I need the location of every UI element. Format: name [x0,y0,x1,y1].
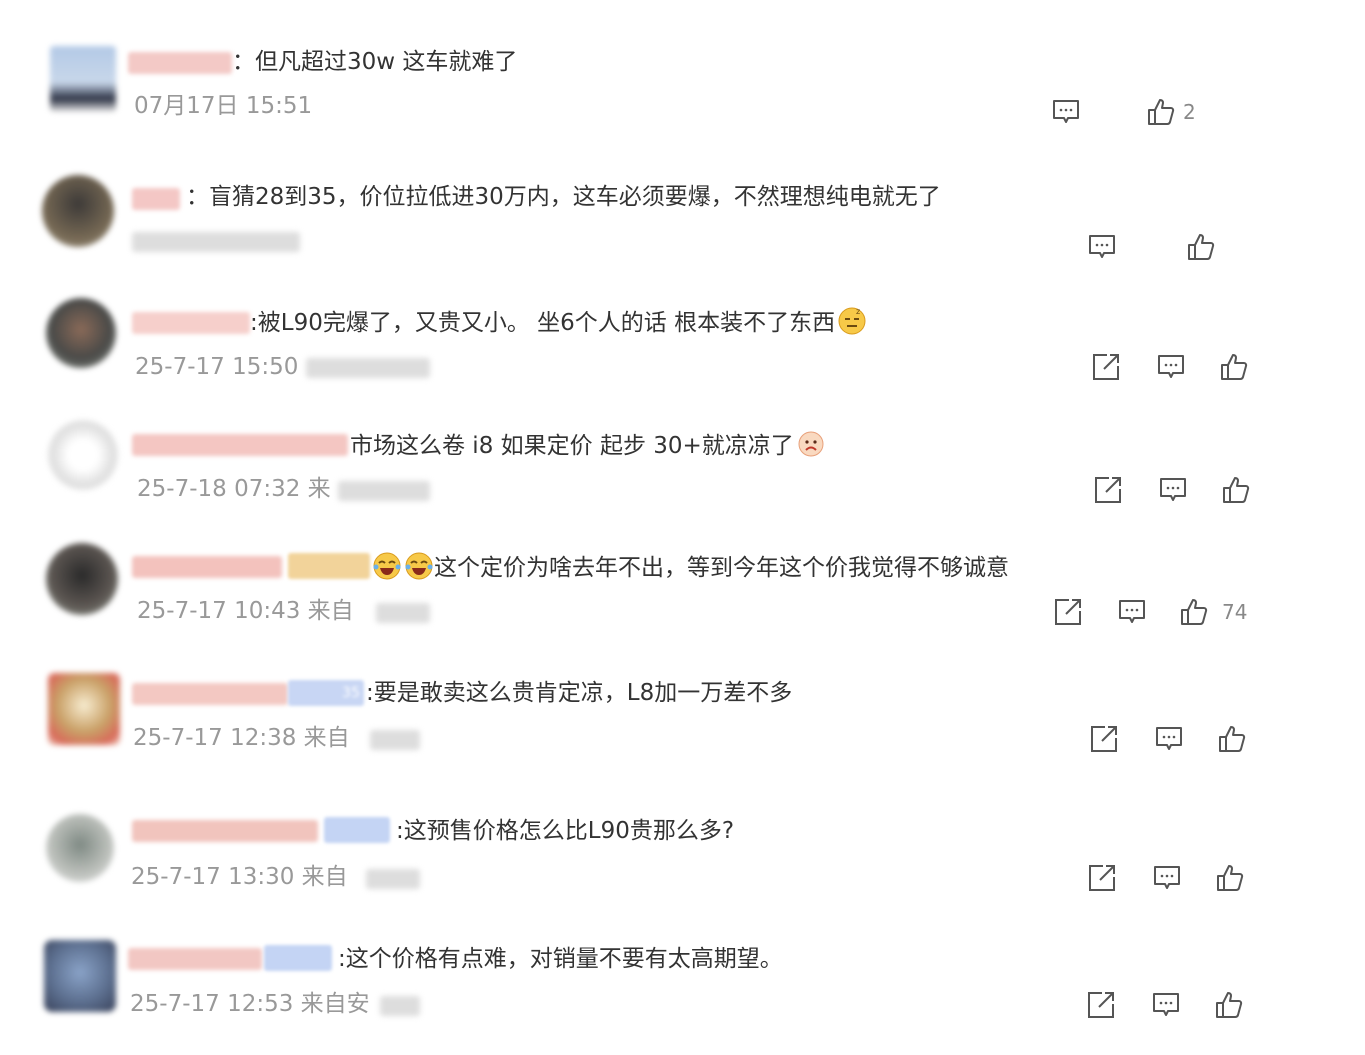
comment-timestamp: 25-7-17 10:43 来自 [137,598,354,624]
reply-button[interactable] [1150,989,1182,1021]
comment-timestamp [132,232,300,252]
share-icon [1085,989,1117,1021]
username[interactable] [128,52,232,74]
avatar[interactable] [46,814,114,882]
like-button[interactable] [1214,862,1246,894]
share-button[interactable] [1085,989,1117,1021]
comment-icon [1086,231,1118,263]
share-button[interactable] [1086,862,1118,894]
comment-timestamp: 07月17日 15:51 [134,93,313,119]
thumbs-up-icon [1218,351,1250,383]
reply-button[interactable] [1157,474,1189,506]
comment-text: :这个价格有点难，对销量不要有太高期望。 [338,946,783,972]
avatar[interactable] [44,940,116,1012]
comment-source [366,869,420,889]
user-badge [264,945,332,971]
share-icon [1090,351,1122,383]
comment-icon [1151,862,1183,894]
comment-timestamp: 25-7-18 07:32 来 [137,476,331,502]
comment-source [380,996,420,1016]
username[interactable] [132,434,348,456]
comment-text-body: :被L90完爆了，又贵又小。 坐6个人的话 根本装不了东西 [250,310,836,336]
share-icon [1052,596,1084,628]
like-button[interactable] [1213,989,1245,1021]
avatar[interactable] [48,673,120,745]
comment-text-body: 这个定价为啥去年不出，等到今年这个价我觉得不够诚意 [434,555,1009,581]
username[interactable] [132,312,250,334]
like-button[interactable] [1218,351,1250,383]
reply-button[interactable] [1153,723,1185,755]
comment-text-body: 市场这么卷 i8 如果定价 起步 30+就凉凉了 [350,433,794,459]
comment-timestamp: 25-7-17 12:38 来自 [133,725,350,751]
username[interactable] [132,188,180,210]
thumbs-up-icon [1220,474,1252,506]
laughing-emoji-icon [373,552,401,580]
comment-text: ：盲猜28到35，价位拉低进30万内，这车必须要爆，不然理想纯电就无了 [186,184,941,210]
share-button[interactable] [1090,351,1122,383]
sad-emoji-icon [798,431,824,457]
reply-button[interactable] [1086,231,1118,263]
comment-timestamp: 25-7-17 12:53 来自安 [130,991,370,1017]
comment-icon [1050,96,1082,128]
comment-text: 市场这么卷 i8 如果定价 起步 30+就凉凉了 [350,429,826,461]
comment-timestamp: 25-7-17 15:50 [135,354,299,380]
avatar[interactable] [50,46,116,112]
comment-icon [1150,989,1182,1021]
comment-source [306,358,430,378]
comment-icon [1153,723,1185,755]
username[interactable] [132,820,318,842]
avatar[interactable] [48,420,118,490]
like-button[interactable] [1220,474,1252,506]
reply-button[interactable] [1151,862,1183,894]
reply-button[interactable] [1116,596,1148,628]
user-badge-level: 35 [342,685,360,701]
comment-source [376,603,430,623]
like-button[interactable] [1216,723,1248,755]
like-count: 74 [1222,600,1248,624]
like-count: 2 [1183,100,1196,124]
thumbs-up-icon [1178,596,1210,628]
username[interactable] [128,948,262,970]
comment-icon [1116,596,1148,628]
share-icon [1092,474,1124,506]
comment-text: :要是敢卖这么贵肯定凉，L8加一万差不多 [366,680,793,706]
username[interactable] [132,556,282,578]
like-button[interactable] [1178,596,1210,628]
comment-text: :这预售价格怎么比L90贵那么多? [396,818,735,844]
comment-source [338,481,430,501]
sleepy-emoji-icon: z [838,307,866,335]
comment-text: :被L90完爆了，又贵又小。 坐6个人的话 根本装不了东西 z [250,306,867,338]
avatar[interactable] [46,298,116,368]
svg-text:z: z [856,307,860,316]
thumbs-up-icon [1214,862,1246,894]
share-icon [1086,862,1118,894]
thumbs-up-icon [1145,96,1177,128]
comment-timestamp: 25-7-17 13:30 来自 [131,864,348,890]
user-badge [324,817,390,843]
comment-icon [1157,474,1189,506]
avatar[interactable] [42,175,114,247]
comment-text: 这个定价为啥去年不出，等到今年这个价我觉得不够诚意 [370,551,1009,583]
reply-button[interactable] [1155,351,1187,383]
avatar[interactable] [46,543,118,615]
share-icon [1088,723,1120,755]
reply-button[interactable] [1050,96,1082,128]
thumbs-up-icon [1185,231,1217,263]
share-button[interactable] [1088,723,1120,755]
laughing-emoji-icon [405,552,433,580]
user-badge: 35 [288,680,364,706]
thumbs-up-icon [1216,723,1248,755]
username[interactable] [132,683,288,705]
like-button[interactable] [1185,231,1217,263]
comment-source [370,730,420,750]
like-button[interactable] [1145,96,1177,128]
user-badge [288,553,370,579]
share-button[interactable] [1092,474,1124,506]
comment-text: ：但凡超过30w 这车就难了 [232,49,518,75]
share-button[interactable] [1052,596,1084,628]
thumbs-up-icon [1213,989,1245,1021]
comment-icon [1155,351,1187,383]
